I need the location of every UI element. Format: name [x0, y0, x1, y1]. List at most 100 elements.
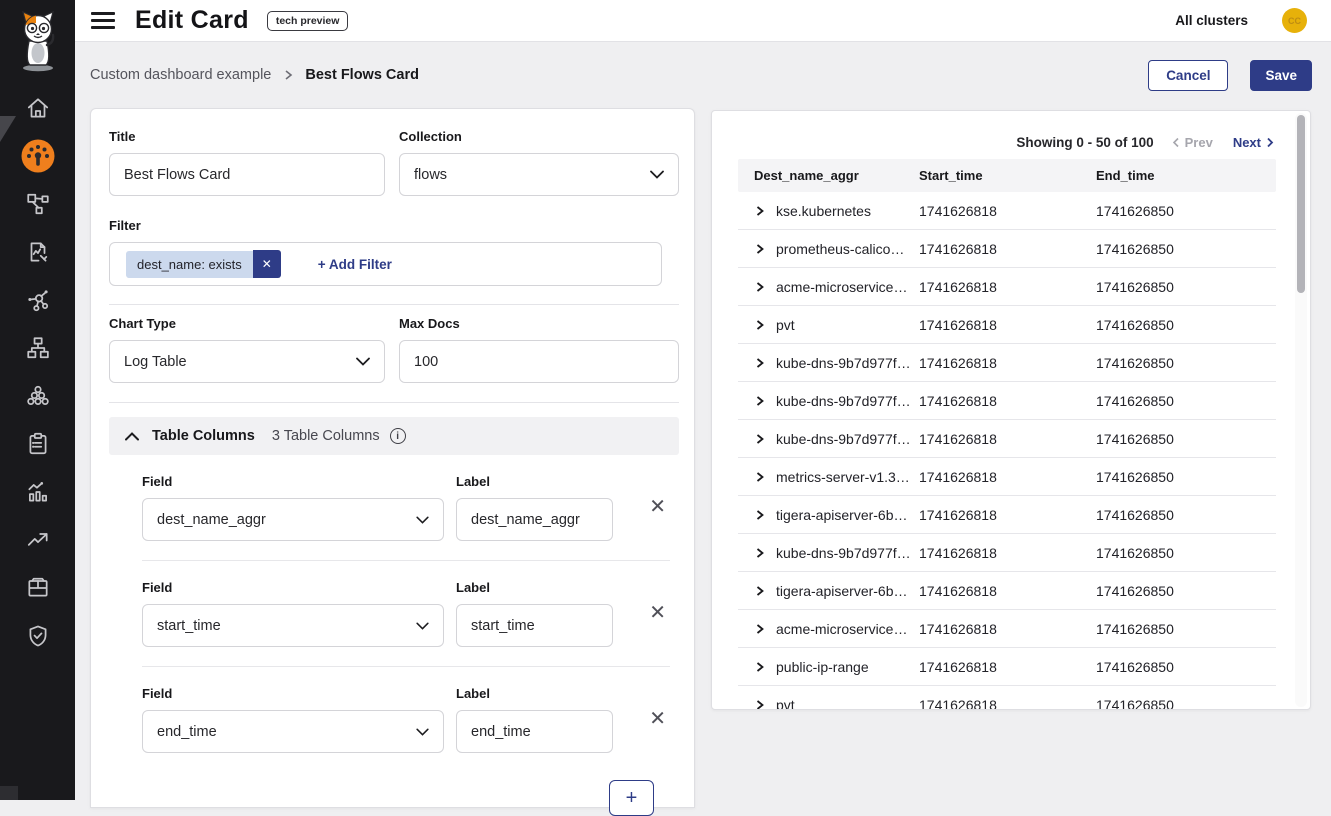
label-input[interactable]: start_time: [456, 604, 613, 647]
add-filter-button[interactable]: + Add Filter: [318, 257, 392, 272]
title-input[interactable]: Best Flows Card: [109, 153, 385, 196]
table-columns-title: Table Columns: [152, 428, 255, 444]
sidebar-bottom-chip: [0, 786, 18, 800]
expand-row-icon[interactable]: [754, 699, 765, 710]
start-time-cell: 1741626818: [919, 393, 1096, 409]
chevron-up-icon: [125, 432, 139, 441]
sidebar-item-stats-chart[interactable]: [0, 468, 75, 516]
add-column-button[interactable]: +: [609, 780, 654, 816]
end-time-cell: 1741626850: [1096, 431, 1276, 447]
table-row[interactable]: acme-microservice… 1741626818 1741626850: [738, 610, 1276, 648]
table-row[interactable]: kube-dns-9b7d977f… 1741626818 1741626850: [738, 534, 1276, 572]
chart-type-select[interactable]: Log Table: [109, 340, 385, 383]
end-time-cell: 1741626850: [1096, 507, 1276, 523]
table-row[interactable]: public-ip-range 1741626818 1741626850: [738, 648, 1276, 686]
cluster-selector[interactable]: All clusters: [1175, 13, 1248, 28]
remove-column-icon[interactable]: ✕: [645, 705, 670, 733]
prev-page-button[interactable]: Prev: [1172, 135, 1213, 150]
cancel-button[interactable]: Cancel: [1148, 60, 1228, 91]
next-page-button[interactable]: Next: [1233, 135, 1274, 150]
dest-name-cell: kube-dns-9b7d977f…: [776, 545, 911, 561]
save-button[interactable]: Save: [1250, 60, 1312, 91]
field-select[interactable]: dest_name_aggr: [142, 498, 444, 541]
tech-preview-badge: tech preview: [267, 11, 349, 31]
sidebar-item-archive-box[interactable]: [0, 564, 75, 612]
end-time-cell: 1741626850: [1096, 355, 1276, 371]
table-row[interactable]: tigera-apiserver-6b… 1741626818 17416268…: [738, 496, 1276, 534]
collection-label: Collection: [399, 129, 679, 144]
filter-box[interactable]: dest_name: exists ✕ + Add Filter: [109, 242, 662, 286]
table-row[interactable]: acme-microservice… 1741626818 1741626850: [738, 268, 1276, 306]
expand-row-icon[interactable]: [754, 205, 765, 217]
table-columns-section-header[interactable]: Table Columns 3 Table Columns i: [109, 417, 679, 455]
breadcrumb-parent[interactable]: Custom dashboard example: [90, 67, 271, 83]
start-time-cell: 1741626818: [919, 317, 1096, 333]
start-time-cell: 1741626818: [919, 241, 1096, 257]
card-preview-panel: Showing 0 - 50 of 100 Prev Next Dest_nam…: [711, 110, 1311, 710]
table-row[interactable]: tigera-apiserver-6b… 1741626818 17416268…: [738, 572, 1276, 610]
remove-column-icon[interactable]: ✕: [645, 599, 670, 627]
info-icon[interactable]: i: [390, 428, 406, 444]
expand-row-icon[interactable]: [754, 509, 765, 521]
start-time-cell: 1741626818: [919, 697, 1096, 710]
sidebar: [0, 0, 75, 800]
dashboard-gauge-icon: [20, 138, 56, 174]
table-row[interactable]: pvt 1741626818 1741626850: [738, 686, 1276, 710]
sidebar-item-shield-check[interactable]: [0, 612, 75, 660]
collection-select[interactable]: flows: [399, 153, 679, 196]
sidebar-item-trend-arrow[interactable]: [0, 516, 75, 564]
max-docs-input[interactable]: 100: [399, 340, 679, 383]
end-time-cell: 1741626850: [1096, 621, 1276, 637]
column-header-dest-name-aggr: Dest_name_aggr: [754, 168, 919, 183]
menu-hamburger-icon[interactable]: [91, 12, 115, 29]
field-select[interactable]: end_time: [142, 710, 444, 753]
start-time-cell: 1741626818: [919, 431, 1096, 447]
chevron-down-icon: [416, 622, 429, 630]
expand-row-icon[interactable]: [754, 585, 765, 597]
field-label: Field: [142, 474, 444, 489]
table-row[interactable]: kube-dns-9b7d977f… 1741626818 1741626850: [738, 420, 1276, 458]
vertical-scrollbar[interactable]: [1295, 113, 1307, 707]
active-item-wedge: [0, 116, 16, 142]
table-row[interactable]: kse.kubernetes 1741626818 1741626850: [738, 192, 1276, 230]
card-editor-panel: Title Best Flows Card Collection flows F…: [90, 108, 695, 808]
expand-row-icon[interactable]: [754, 281, 765, 293]
label-input[interactable]: end_time: [456, 710, 613, 753]
end-time-cell: 1741626850: [1096, 545, 1276, 561]
expand-row-icon[interactable]: [754, 319, 765, 331]
chart-type-label: Chart Type: [109, 316, 385, 331]
calico-cat-logo[interactable]: [0, 0, 75, 84]
expand-row-icon[interactable]: [754, 661, 765, 673]
dest-name-cell: acme-microservice…: [776, 621, 907, 637]
topology-icon: [25, 191, 51, 217]
table-row[interactable]: pvt 1741626818 1741626850: [738, 306, 1276, 344]
user-avatar[interactable]: CC: [1282, 8, 1307, 33]
sidebar-item-sitemap[interactable]: [0, 324, 75, 372]
expand-row-icon[interactable]: [754, 357, 765, 369]
sidebar-item-report-edit[interactable]: [0, 228, 75, 276]
table-row[interactable]: kube-dns-9b7d977f… 1741626818 1741626850: [738, 344, 1276, 382]
start-time-cell: 1741626818: [919, 279, 1096, 295]
expand-row-icon[interactable]: [754, 433, 765, 445]
expand-row-icon[interactable]: [754, 623, 765, 635]
table-row[interactable]: kube-dns-9b7d977f… 1741626818 1741626850: [738, 382, 1276, 420]
sidebar-item-topology[interactable]: [0, 180, 75, 228]
cluster-nodes-icon: [25, 383, 51, 409]
column-header-end-time: End_time: [1096, 168, 1276, 183]
sidebar-item-cluster-nodes[interactable]: [0, 372, 75, 420]
expand-row-icon[interactable]: [754, 243, 765, 255]
dest-name-cell: pvt: [776, 317, 795, 333]
sidebar-item-clipboard[interactable]: [0, 420, 75, 468]
field-select[interactable]: start_time: [142, 604, 444, 647]
end-time-cell: 1741626850: [1096, 469, 1276, 485]
expand-row-icon[interactable]: [754, 547, 765, 559]
expand-row-icon[interactable]: [754, 395, 765, 407]
filter-chip-remove-icon[interactable]: ✕: [253, 250, 281, 278]
table-row[interactable]: prometheus-calico… 1741626818 1741626850: [738, 230, 1276, 268]
remove-column-icon[interactable]: ✕: [645, 493, 670, 521]
sidebar-item-service-graph[interactable]: [0, 276, 75, 324]
table-row[interactable]: metrics-server-v1.3… 1741626818 17416268…: [738, 458, 1276, 496]
label-input[interactable]: dest_name_aggr: [456, 498, 613, 541]
scrollbar-thumb[interactable]: [1297, 115, 1305, 293]
expand-row-icon[interactable]: [754, 471, 765, 483]
